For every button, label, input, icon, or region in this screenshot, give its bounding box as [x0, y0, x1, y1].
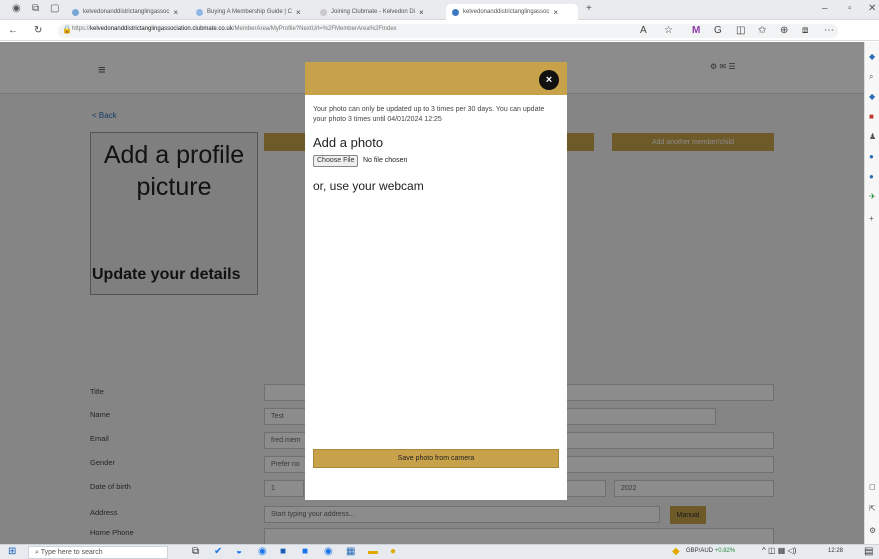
- system-tray-icons[interactable]: ^ ◫ ▦ ◁): [762, 546, 796, 555]
- taskbar-search-placeholder: Type here to search: [40, 549, 103, 556]
- windows-taskbar: ⊞ ⌕ Type here to search ⧉ ✔ ◒ ◉ ■ ■ ◉ ▦ …: [0, 544, 879, 559]
- no-file-chosen-text: No file chosen: [363, 157, 408, 164]
- tab-actions-icon[interactable]: ▢: [50, 3, 59, 14]
- edge-pinned-icon[interactable]: ◉: [324, 546, 333, 557]
- mail-app-icon[interactable]: ◒: [236, 546, 242, 557]
- photo-limit-note: Your photo can only be updated up to 3 t…: [313, 106, 545, 123]
- task-view-icon[interactable]: ⧉: [192, 546, 199, 557]
- modal-close-button[interactable]: ×: [539, 70, 559, 90]
- address-bar-row: ← ↻ 🔒 https://kelvedonanddistrictangling…: [0, 21, 879, 41]
- tab-close-icon[interactable]: ×: [419, 8, 424, 17]
- collections-icon[interactable]: ⧉: [32, 3, 39, 14]
- edge-app-icon[interactable]: ◉: [258, 546, 267, 557]
- more-menu-icon[interactable]: ⋯: [824, 25, 834, 36]
- tab-label: Joining Clubmate - Kelvedon Di: [331, 9, 416, 15]
- sidebar-share-icon[interactable]: ⇱: [869, 504, 876, 513]
- sidebar-discover-icon[interactable]: ◆: [869, 52, 875, 61]
- tab-close-icon[interactable]: ×: [296, 8, 301, 17]
- url-path: /MemberArea/MyProfile?NextUrl=%2FMemberA…: [232, 26, 397, 32]
- sidebar-tools-icon[interactable]: ■: [869, 112, 874, 121]
- site-favicon-icon: [320, 8, 327, 16]
- restore-icon[interactable]: ▫: [848, 3, 852, 14]
- file-explorer-icon[interactable]: ▬: [368, 546, 378, 557]
- extension-m-icon[interactable]: M: [692, 25, 700, 36]
- currency-icon: ◆: [672, 546, 680, 557]
- collections-bar-icon[interactable]: ⊕: [780, 25, 788, 36]
- web-page: ≡ ⚙ ✉ ☰ < Back Add a profile picture Add…: [0, 42, 864, 544]
- refresh-icon[interactable]: ↻: [34, 25, 42, 36]
- currency-pair: GBP/AUD: [686, 548, 714, 554]
- outlook-app-icon[interactable]: ■: [302, 546, 308, 557]
- app-l-icon[interactable]: ■: [280, 546, 286, 557]
- read-aloud-icon[interactable]: A: [640, 25, 647, 36]
- split-screen-icon[interactable]: ◫: [736, 25, 745, 36]
- notification-center-icon[interactable]: ▤: [864, 546, 873, 557]
- browser-tab-strip: ◉ ⧉ ▢ kelvedonanddistrictanglingassoc × …: [0, 0, 879, 20]
- back-nav-icon[interactable]: ←: [8, 25, 18, 36]
- save-photo-button[interactable]: Save photo from camera: [313, 449, 559, 468]
- sidebar-shopping-icon[interactable]: ◆: [869, 92, 875, 101]
- site-favicon-icon: [72, 8, 79, 16]
- choose-file-button[interactable]: Choose File: [313, 155, 359, 167]
- sidebar-games-icon[interactable]: ♟: [869, 132, 876, 141]
- tab-label: Buying A Membership Guide | C: [207, 9, 292, 15]
- url-field[interactable]: 🔒 https://kelvedonanddistrictanglingasso…: [58, 24, 838, 38]
- tab-label: kelvedonanddistrictanglingassoc: [83, 9, 170, 15]
- webcam-heading: or, use your webcam: [313, 179, 424, 193]
- photo-upload-modal: × Your photo can only be updated up to 3…: [305, 62, 567, 500]
- sidebar-add-icon[interactable]: +: [869, 214, 874, 223]
- tab-membership-guide[interactable]: Buying A Membership Guide | C ×: [196, 4, 314, 20]
- lock-icon: 🔒: [62, 25, 72, 34]
- site-favicon-icon: [196, 8, 203, 16]
- url-prefix: https://: [72, 26, 91, 32]
- sidebar-search-icon[interactable]: ⌕: [869, 72, 873, 82]
- site-favicon-icon: [452, 8, 459, 16]
- edge-sidebar: ◆ ⌕ ◆ ■ ♟ ● ● ✈ + ◻ ⇱ ⚙: [864, 42, 879, 544]
- currency-change: +0.82%: [714, 548, 736, 554]
- tab-kelvedon-1[interactable]: kelvedonanddistrictanglingassoc ×: [72, 4, 190, 20]
- close-window-icon[interactable]: ✕: [868, 3, 876, 14]
- currency-widget[interactable]: GBP/AUD +0.82%: [686, 548, 735, 554]
- sidebar-outlook-icon[interactable]: ●: [869, 172, 874, 181]
- app-extra-icon[interactable]: ●: [390, 546, 396, 557]
- store-app-icon[interactable]: ▦: [346, 546, 355, 557]
- modal-header: ×: [305, 62, 567, 95]
- taskbar-search[interactable]: ⌕ Type here to search: [28, 546, 168, 559]
- tab-kelvedon-active[interactable]: kelvedonanddistrictanglingassoc ×: [446, 4, 578, 20]
- sidebar-drop-icon[interactable]: ✈: [869, 192, 876, 201]
- sidebar-office-icon[interactable]: ●: [869, 152, 874, 161]
- favorite-star-icon[interactable]: ☆: [664, 25, 673, 36]
- extensions-icon[interactable]: ⧈: [802, 25, 808, 36]
- sidebar-settings-icon[interactable]: ⚙: [869, 526, 876, 535]
- add-photo-heading: Add a photo: [313, 135, 384, 150]
- tab-close-icon[interactable]: ×: [553, 8, 558, 17]
- new-tab-button[interactable]: +: [586, 3, 592, 14]
- favorites-icon[interactable]: ✩: [758, 25, 766, 36]
- url-host: kelvedonanddistrictanglingassociation.cl…: [90, 26, 233, 32]
- clock-time[interactable]: 12:28: [828, 548, 843, 554]
- profile-icon[interactable]: ◉: [12, 3, 21, 14]
- tab-close-icon[interactable]: ×: [173, 8, 178, 17]
- tab-joining-clubmate[interactable]: Joining Clubmate - Kelvedon Di ×: [320, 4, 438, 20]
- extension-g-icon[interactable]: G: [714, 25, 722, 36]
- url-text: https://kelvedonanddistrictanglingassoci…: [72, 26, 397, 32]
- todo-icon[interactable]: ✔: [214, 546, 222, 557]
- sidebar-layout-icon[interactable]: ◻: [869, 482, 876, 491]
- windows-start-icon[interactable]: ⊞: [8, 546, 16, 557]
- minimize-icon[interactable]: –: [822, 3, 828, 14]
- tab-label: kelvedonanddistrictanglingassoc: [463, 9, 550, 15]
